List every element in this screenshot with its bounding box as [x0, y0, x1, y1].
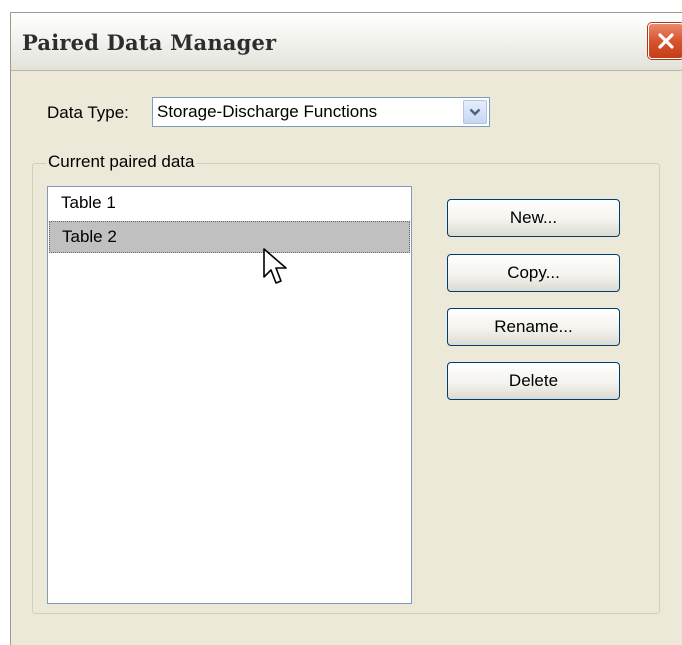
chevron-down-icon	[469, 108, 481, 116]
data-type-select[interactable]: Storage-Discharge Functions	[152, 97, 490, 127]
window-title: Paired Data Manager	[22, 30, 277, 55]
close-button[interactable]	[648, 23, 682, 59]
list-item-table-1[interactable]: Table 1	[49, 188, 410, 220]
data-type-value: Storage-Discharge Functions	[157, 102, 378, 121]
mouse-cursor-icon	[263, 248, 287, 284]
dropdown-button[interactable]	[463, 100, 487, 124]
paired-data-list[interactable]: Table 1 Table 2	[47, 186, 412, 604]
list-item-table-2[interactable]: Table 2	[49, 221, 410, 253]
delete-button[interactable]: Delete	[447, 362, 620, 400]
close-icon	[658, 33, 674, 49]
group-label: Current paired data	[46, 152, 197, 172]
title-bar: Paired Data Manager	[11, 13, 682, 71]
new-button[interactable]: New...	[447, 199, 620, 237]
data-type-label: Data Type:	[47, 103, 129, 122]
rename-button[interactable]: Rename...	[447, 308, 620, 346]
copy-button[interactable]: Copy...	[447, 254, 620, 292]
